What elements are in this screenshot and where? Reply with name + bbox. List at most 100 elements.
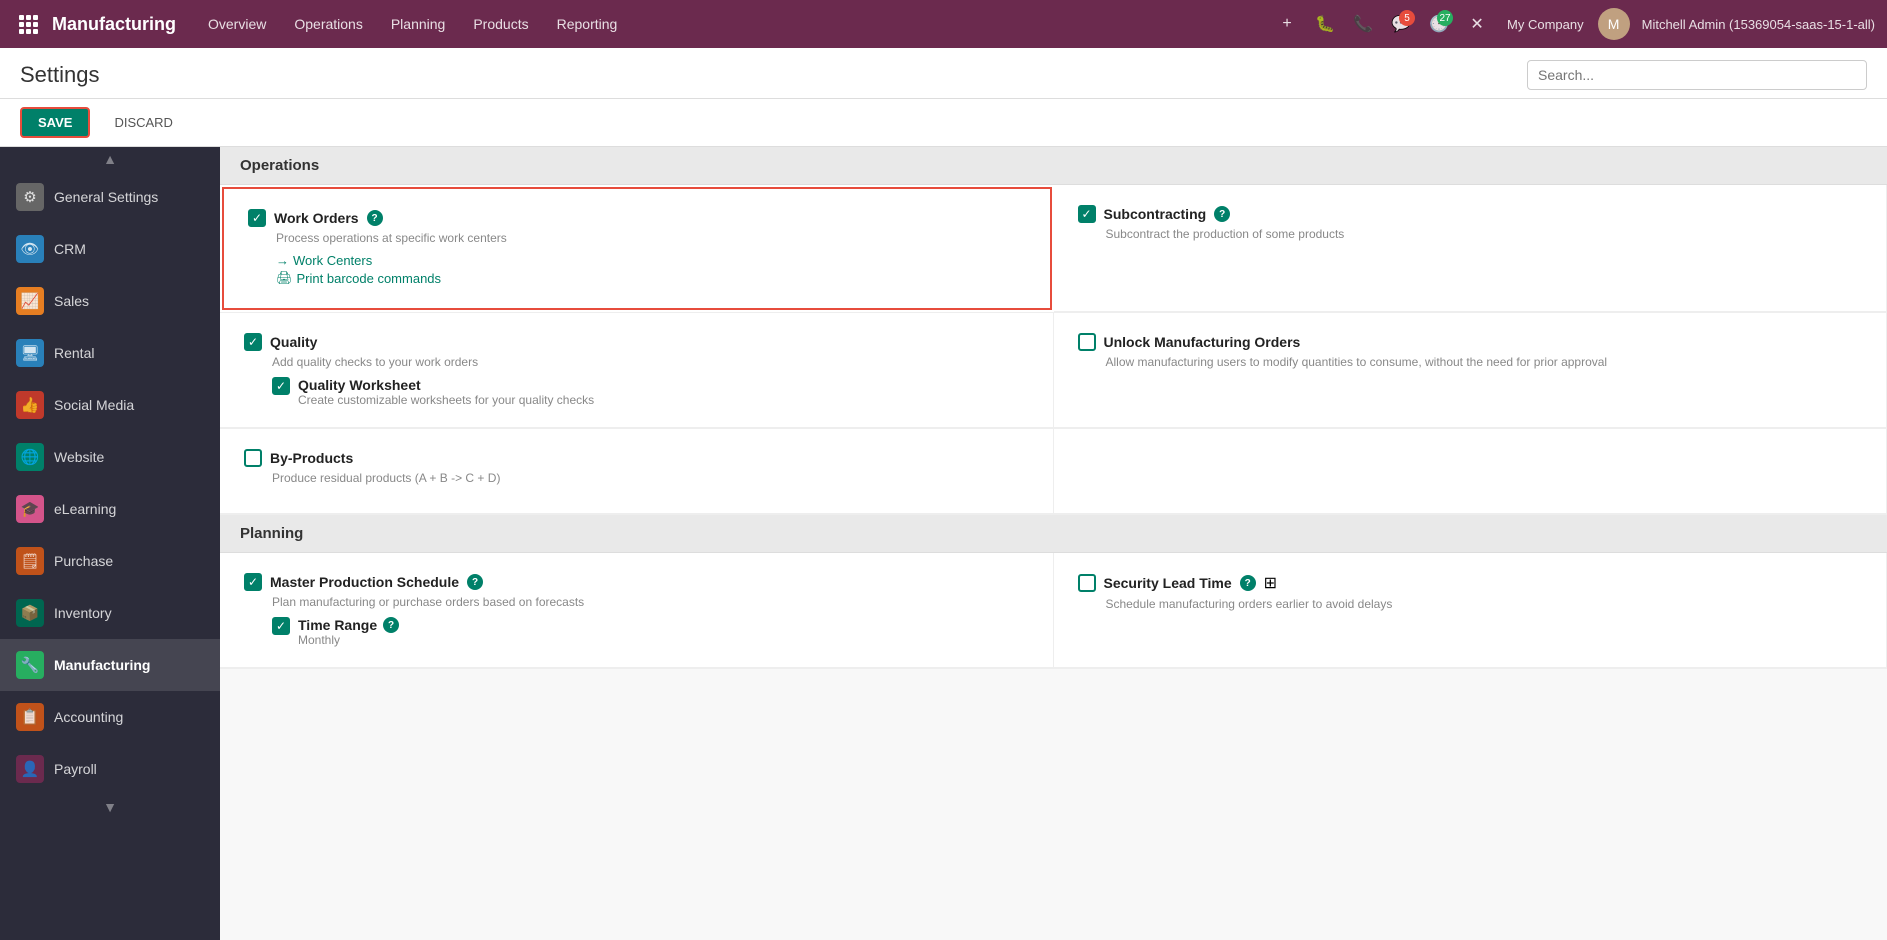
time-range-checkbox[interactable] (272, 617, 290, 635)
close-icon[interactable]: ✕ (1461, 8, 1493, 40)
inventory-icon: 📦 (16, 599, 44, 627)
master-production-help[interactable]: ? (467, 574, 483, 590)
operations-section-header: Operations (220, 147, 1887, 185)
avatar[interactable]: M (1598, 8, 1630, 40)
grid-calculator-icon: ⊞ (1264, 573, 1277, 593)
sidebar-item-website[interactable]: 🌐 Website (0, 431, 220, 483)
quality-worksheet-subsetting: Quality Worksheet Create customizable wo… (272, 377, 1029, 407)
by-products-title: By-Products (270, 450, 353, 466)
clock-badge: 27 (1437, 10, 1453, 26)
sidebar-item-crm[interactable]: 👁 CRM (0, 223, 220, 275)
time-range-help[interactable]: ? (383, 617, 399, 633)
security-lead-time-help[interactable]: ? (1240, 575, 1256, 591)
unlock-manufacturing-title: Unlock Manufacturing Orders (1104, 334, 1301, 350)
security-lead-time-checkbox[interactable] (1078, 574, 1096, 592)
quality-desc: Add quality checks to your work orders (272, 355, 1029, 369)
main-layout: ▲ ⚙ General Settings 👁 CRM 📈 Sales 🖥 Ren… (0, 147, 1887, 940)
accounting-icon: 📋 (16, 703, 44, 731)
nav-overview[interactable]: Overview (196, 10, 278, 38)
page-header: Settings (0, 48, 1887, 99)
sidebar-item-payroll[interactable]: 👤 Payroll (0, 743, 220, 795)
sidebar-scroll-down[interactable]: ▼ (0, 795, 220, 819)
master-production-checkbox[interactable] (244, 573, 262, 591)
quality-worksheet-checkbox[interactable] (272, 377, 290, 395)
work-orders-help[interactable]: ? (367, 210, 383, 226)
work-orders-desc: Process operations at specific work cent… (276, 231, 1026, 245)
setting-quality: Quality Add quality checks to your work … (220, 313, 1054, 428)
social-icon: 👍 (16, 391, 44, 419)
quality-title: Quality (270, 334, 317, 350)
work-centers-link[interactable]: → Work Centers (276, 253, 1026, 268)
search-input[interactable] (1527, 60, 1867, 90)
by-products-checkbox[interactable] (244, 449, 262, 467)
apps-menu-icon[interactable] (12, 8, 44, 40)
chat-icon[interactable]: 💬 5 (1385, 8, 1417, 40)
discard-button[interactable]: DISCARD (98, 109, 189, 136)
gear-icon: ⚙ (16, 183, 44, 211)
work-orders-checkbox[interactable] (248, 209, 266, 227)
time-range-subsetting: Time Range ? Monthly (272, 617, 1029, 647)
bug-icon[interactable]: 🐛 (1309, 8, 1341, 40)
company-name: My Company (1507, 17, 1584, 32)
setting-empty-right (1054, 429, 1887, 514)
subcontracting-help[interactable]: ? (1214, 206, 1230, 222)
sidebar-label-rental: Rental (54, 345, 94, 361)
subcontracting-checkbox[interactable] (1078, 205, 1096, 223)
toolbar: SAVE DISCARD (0, 99, 1887, 147)
chat-badge: 5 (1399, 10, 1415, 26)
setting-master-production: Master Production Schedule ? Plan manufa… (220, 553, 1054, 668)
sidebar-item-accounting[interactable]: 📋 Accounting (0, 691, 220, 743)
sidebar-label-manufacturing: Manufacturing (54, 657, 150, 673)
rental-icon: 🖥 (16, 339, 44, 367)
sidebar-item-elearning[interactable]: 🎓 eLearning (0, 483, 220, 535)
sidebar-item-manufacturing[interactable]: 🔧 Manufacturing (0, 639, 220, 691)
sidebar-label-sales: Sales (54, 293, 89, 309)
security-lead-time-title: Security Lead Time (1104, 575, 1232, 591)
security-lead-time-desc: Schedule manufacturing orders earlier to… (1106, 597, 1863, 611)
quality-worksheet-desc: Create customizable worksheets for your … (298, 393, 594, 407)
sales-icon: 📈 (16, 287, 44, 315)
master-production-desc: Plan manufacturing or purchase orders ba… (272, 595, 1029, 609)
nav-reporting[interactable]: Reporting (545, 10, 630, 38)
unlock-manufacturing-desc: Allow manufacturing users to modify quan… (1106, 355, 1863, 369)
sidebar-scroll-up[interactable]: ▲ (0, 147, 220, 171)
nav-products[interactable]: Products (461, 10, 540, 38)
phone-icon[interactable]: 📞 (1347, 8, 1379, 40)
subcontracting-desc: Subcontract the production of some produ… (1106, 227, 1863, 241)
sidebar-label-crm: CRM (54, 241, 86, 257)
subcontracting-title: Subcontracting (1104, 206, 1207, 222)
sidebar-item-inventory[interactable]: 📦 Inventory (0, 587, 220, 639)
manufacturing-icon: 🔧 (16, 651, 44, 679)
sidebar-item-general[interactable]: ⚙ General Settings (0, 171, 220, 223)
planning-section-header: Planning (220, 515, 1887, 553)
unlock-manufacturing-checkbox[interactable] (1078, 333, 1096, 351)
nav-planning[interactable]: Planning (379, 10, 458, 38)
crm-icon: 👁 (16, 235, 44, 263)
sidebar-label-general: General Settings (54, 189, 158, 205)
website-icon: 🌐 (16, 443, 44, 471)
sidebar-item-rental[interactable]: 🖥 Rental (0, 327, 220, 379)
work-orders-links: → Work Centers 🖨 Print barcode commands (276, 253, 1026, 286)
setting-by-products: By-Products Produce residual products (A… (220, 429, 1054, 514)
sidebar-label-payroll: Payroll (54, 761, 97, 777)
master-production-title: Master Production Schedule (270, 574, 459, 590)
setting-subcontracting: Subcontracting ? Subcontract the product… (1054, 185, 1887, 312)
sidebar-label-social: Social Media (54, 397, 134, 413)
user-name: Mitchell Admin (15369054-saas-15-1-all) (1642, 17, 1875, 32)
sidebar-item-purchase[interactable]: 🗒 Purchase (0, 535, 220, 587)
work-orders-title: Work Orders (274, 210, 359, 226)
sidebar-item-sales[interactable]: 📈 Sales (0, 275, 220, 327)
quality-worksheet-title: Quality Worksheet (298, 377, 594, 393)
add-button[interactable]: + (1271, 8, 1303, 40)
save-button[interactable]: SAVE (20, 107, 90, 138)
nav-operations[interactable]: Operations (282, 10, 374, 38)
sidebar-item-social[interactable]: 👍 Social Media (0, 379, 220, 431)
sidebar-label-website: Website (54, 449, 104, 465)
clock-icon[interactable]: 🕐 27 (1423, 8, 1455, 40)
print-barcode-link[interactable]: 🖨 Print barcode commands (276, 270, 1026, 286)
quality-checkbox[interactable] (244, 333, 262, 351)
time-range-value: Monthly (298, 633, 399, 647)
payroll-icon: 👤 (16, 755, 44, 783)
sidebar-label-accounting: Accounting (54, 709, 123, 725)
page-title: Settings (20, 62, 100, 88)
